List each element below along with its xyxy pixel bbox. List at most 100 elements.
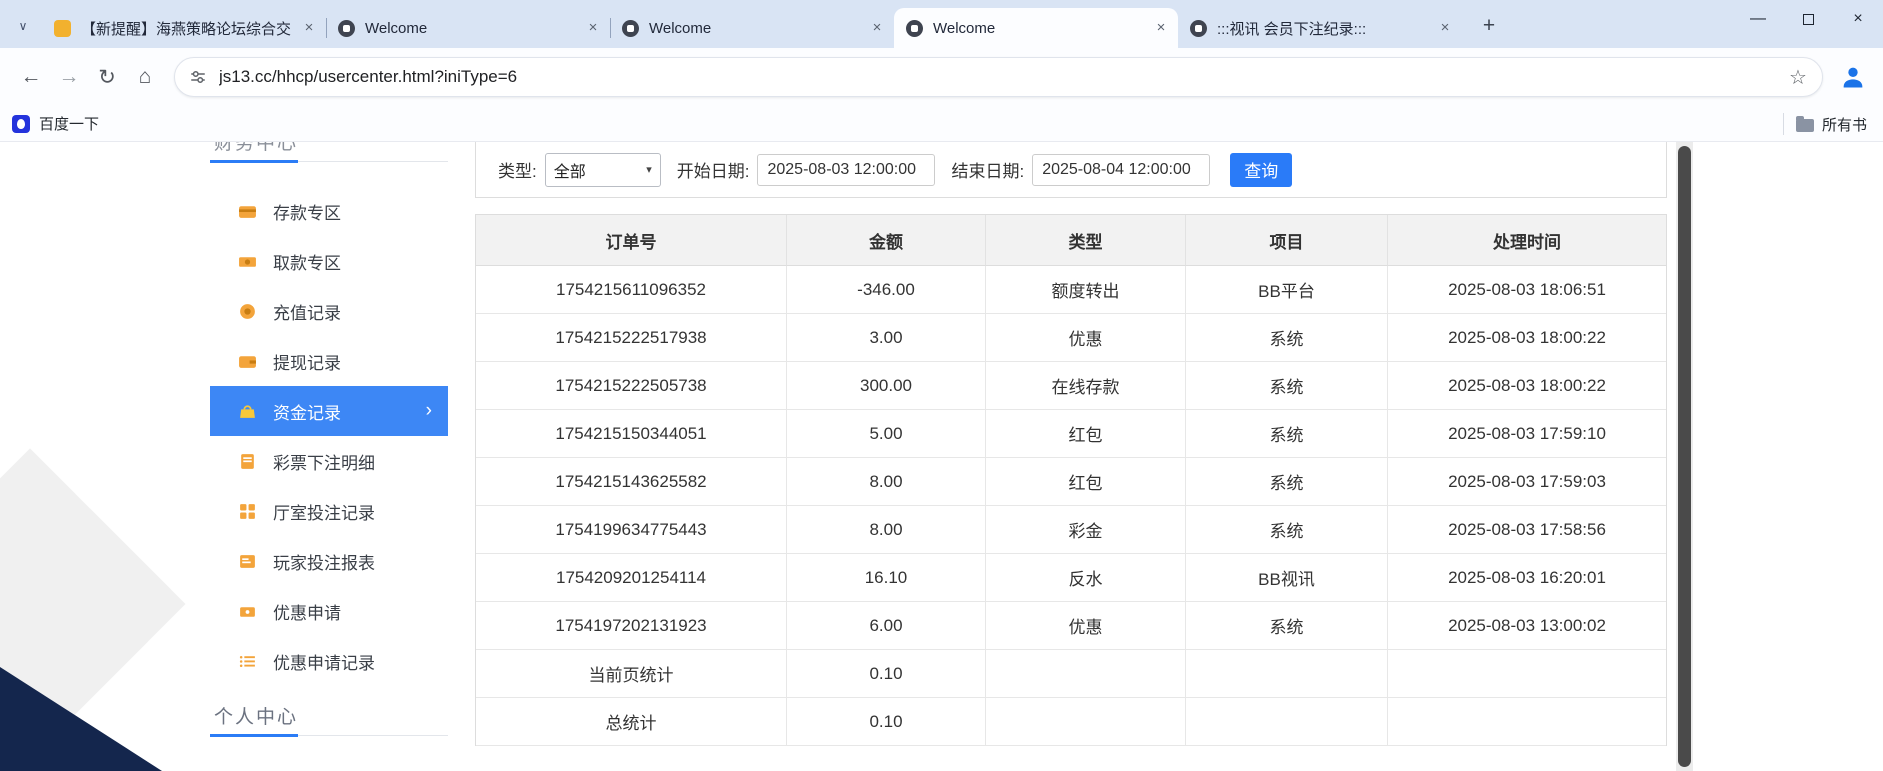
table-cell: 8.00 [787, 506, 986, 554]
table-cell: BB平台 [1186, 266, 1388, 314]
grid-icon [238, 502, 257, 521]
sidebar-item-deposit-zone[interactable]: 存款专区 [210, 186, 448, 236]
table-cell: 系统 [1186, 506, 1388, 554]
tab-title: Welcome [365, 20, 576, 37]
refresh-button[interactable]: ↻ [88, 58, 126, 96]
browser-toolbar: ← → ↻ ⌂ js13.cc/hhcp/usercenter.html?ini… [0, 48, 1883, 106]
section-underline [210, 734, 298, 737]
tab-welcome-2[interactable]: Welcome × [610, 8, 894, 48]
new-tab-button[interactable]: + [1474, 11, 1504, 41]
table-cell: 红包 [986, 410, 1186, 458]
site-favicon-icon [1190, 20, 1207, 37]
table-cell: BB视讯 [1186, 554, 1388, 602]
table-cell-grand-total-label: 总统计 [476, 698, 787, 746]
bookmark-label: 百度一下 [39, 113, 99, 134]
sidebar-item-promo-apply-records[interactable]: 优惠申请记录 [210, 636, 448, 686]
table-cell: 红包 [986, 458, 1186, 506]
sidebar-item-lottery-bet-details[interactable]: 彩票下注明细 [210, 436, 448, 486]
tab-close-icon[interactable]: × [300, 19, 318, 37]
table-cell: 2025-08-03 17:58:56 [1388, 506, 1666, 554]
table-cell: 3.00 [787, 314, 986, 362]
table-cell: 1754215222517938 [476, 314, 787, 362]
window-controls: — × [1733, 0, 1883, 38]
wallet-icon [238, 352, 257, 371]
table-cell: 系统 [1186, 314, 1388, 362]
sidebar-item-hall-bet-records[interactable]: 厅室投注记录 [210, 486, 448, 536]
main-content: 类型: 全部 ▾ 开始日期: 结束日期: 查询 订单号 金额 类型 项目 处理时… [475, 142, 1667, 746]
all-bookmarks-label: 所有书 [1822, 114, 1867, 135]
folder-icon [1796, 119, 1814, 132]
close-window-button[interactable]: × [1833, 0, 1883, 38]
minimize-button[interactable]: — [1733, 0, 1783, 38]
table-header-order: 订单号 [476, 215, 787, 266]
home-button[interactable]: ⌂ [126, 58, 164, 96]
table-cell: 300.00 [787, 362, 986, 410]
filter-bar: 类型: 全部 ▾ 开始日期: 结束日期: 查询 [475, 142, 1667, 198]
type-label: 类型: [498, 157, 537, 182]
table-cell: 8.00 [787, 458, 986, 506]
sidebar-item-recharge-records[interactable]: 充值记录 [210, 286, 448, 336]
table-cell: 1754215150344051 [476, 410, 787, 458]
bookmark-baidu[interactable]: 百度一下 [12, 113, 99, 134]
table-cell: 6.00 [787, 602, 986, 650]
sidebar-item-label: 彩票下注明细 [273, 449, 375, 474]
sidebar-item-withdrawal-records[interactable]: 提现记录 [210, 336, 448, 386]
tab-forum[interactable]: 【新提醒】海燕策略论坛综合交 × [42, 8, 326, 48]
start-date-input[interactable] [757, 154, 935, 186]
tab-search-chevron-icon[interactable]: ∨ [10, 13, 36, 39]
bookmark-star-icon[interactable]: ☆ [1782, 65, 1814, 90]
search-button[interactable]: 查询 [1230, 153, 1292, 187]
tab-welcome-1[interactable]: Welcome × [326, 8, 610, 48]
table-cell: 系统 [1186, 410, 1388, 458]
maximize-button[interactable] [1783, 0, 1833, 38]
all-bookmarks-button[interactable]: 所有书 [1783, 113, 1883, 135]
sidebar-menu: 存款专区 取款专区 充值记录 提现记录 资金记录 [210, 186, 448, 686]
bookmarks-bar: 百度一下 所有书 [0, 106, 1883, 142]
table-cell-page-total-label: 当前页统计 [476, 650, 787, 698]
back-button[interactable]: ← [12, 58, 50, 96]
end-date-label: 结束日期: [951, 157, 1024, 182]
table-cell: 反水 [986, 554, 1186, 602]
banknote-icon [238, 252, 257, 271]
tab-close-icon[interactable]: × [868, 19, 886, 37]
sidebar-item-promo-apply[interactable]: 优惠申请 [210, 586, 448, 636]
forward-button[interactable]: → [50, 58, 88, 96]
sidebar-item-label: 优惠申请记录 [273, 649, 375, 674]
tab-close-icon[interactable]: × [1152, 19, 1170, 37]
tab-title: 【新提醒】海燕策略论坛综合交 [81, 18, 292, 39]
tab-welcome-active[interactable]: Welcome × [894, 8, 1178, 48]
sidebar-section-personal: 个人中心 [210, 702, 448, 748]
tab-video-records[interactable]: :::视讯 会员下注纪录::: × [1178, 8, 1462, 48]
site-settings-icon[interactable] [189, 68, 207, 86]
end-date-input[interactable] [1032, 154, 1210, 186]
select-arrow-icon: ▾ [646, 163, 652, 176]
maximize-icon [1803, 14, 1814, 25]
table-cell: 1754215143625582 [476, 458, 787, 506]
table-cell: 系统 [1186, 458, 1388, 506]
sidebar-item-label: 玩家投注报表 [273, 549, 375, 574]
table-cell: 2025-08-03 17:59:03 [1388, 458, 1666, 506]
person-icon [1839, 63, 1867, 91]
report-icon [238, 552, 257, 571]
scrollbar-thumb[interactable] [1678, 146, 1691, 767]
sidebar-item-withdraw-zone[interactable]: 取款专区 [210, 236, 448, 286]
tab-close-icon[interactable]: × [584, 19, 602, 37]
sidebar-item-label: 优惠申请 [273, 599, 341, 624]
table-header-project: 项目 [1186, 215, 1388, 266]
table-header-amount: 金额 [787, 215, 986, 266]
table-cell: 1754215222505738 [476, 362, 787, 410]
table-cell-grand-total-value: 0.10 [787, 698, 986, 746]
address-bar[interactable]: js13.cc/hhcp/usercenter.html?iniType=6 ☆ [174, 57, 1823, 97]
sidebar-item-player-bet-report[interactable]: 玩家投注报表 [210, 536, 448, 586]
table-cell: 彩金 [986, 506, 1186, 554]
tab-title: Welcome [649, 20, 860, 37]
type-select[interactable]: 全部 ▾ [545, 153, 661, 187]
sidebar-item-label: 取款专区 [273, 249, 341, 274]
profile-avatar[interactable] [1835, 59, 1871, 95]
url-text[interactable]: js13.cc/hhcp/usercenter.html?iniType=6 [219, 67, 1782, 87]
start-date-label: 开始日期: [677, 157, 750, 182]
sidebar-item-fund-records[interactable]: 资金记录 › [210, 386, 448, 436]
page-scrollbar [1676, 142, 1693, 771]
sidebar-section-finance: 财务中心 [210, 142, 448, 164]
tab-close-icon[interactable]: × [1436, 19, 1454, 37]
